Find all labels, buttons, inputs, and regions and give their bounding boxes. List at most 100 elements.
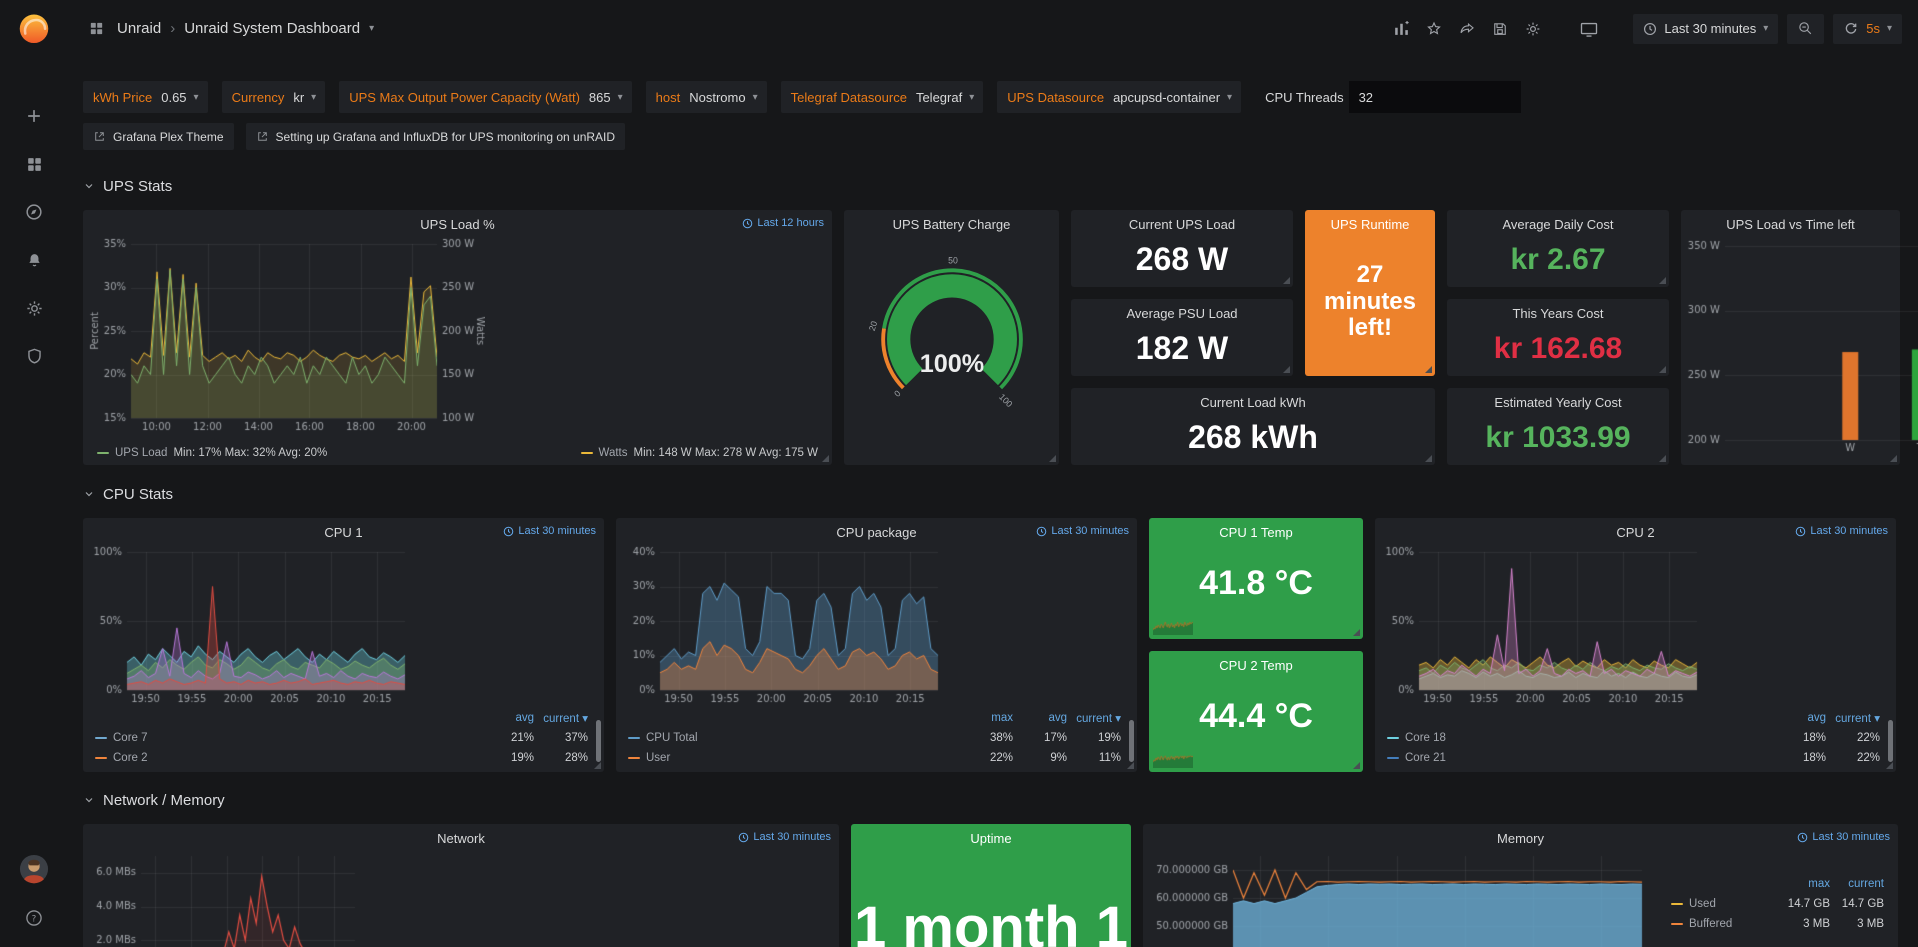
variable-kwh-price[interactable]: kWh Price 0.65▾ [83, 81, 208, 113]
legend-row[interactable]: Core 1818%22% [1379, 728, 1884, 748]
panel-ups-battery-charge: UPS Battery Charge 0 20 50 100 100% [844, 210, 1059, 465]
legend-item[interactable]: Watts Min: 148 W Max: 278 W Avg: 175 W [581, 447, 818, 459]
legend-header[interactable]: maxcurrent [1663, 874, 1888, 894]
time-override-label: Last 30 minutes [1797, 831, 1890, 843]
variable-ups-max-power[interactable]: UPS Max Output Power Capacity (Watt) 865… [339, 81, 631, 113]
variable-host[interactable]: host Nostromo▾ [646, 81, 767, 113]
server-admin-shield-icon[interactable] [0, 332, 68, 380]
ups-load-chart[interactable] [85, 236, 485, 436]
stat-value: kr 1033.99 [1447, 416, 1669, 465]
panel-title[interactable]: CPU 2 Last 30 minutes [1375, 518, 1896, 546]
time-override-label: Last 30 minutes [738, 831, 831, 843]
zoom-out-button[interactable] [1787, 14, 1824, 44]
panel-title[interactable]: Average PSU Load [1071, 299, 1293, 327]
legend-row[interactable]: CPU Total38%17%19% [620, 728, 1125, 748]
tv-mode-icon[interactable] [1577, 17, 1601, 41]
stat-value: 1 month 1 [851, 894, 1131, 947]
panel-this-years-cost: This Years Cost kr 162.68 [1447, 299, 1669, 376]
panel-title[interactable]: CPU 1 Temp [1149, 518, 1363, 546]
panel-title[interactable]: Current UPS Load [1071, 210, 1293, 238]
panel-title[interactable]: Average Daily Cost [1447, 210, 1669, 238]
panel-title[interactable]: UPS Runtime [1305, 210, 1435, 238]
refresh-picker[interactable]: 5s ▾ [1833, 14, 1902, 44]
panel-title[interactable]: CPU package Last 30 minutes [616, 518, 1137, 546]
dashboard-caret-icon[interactable]: ▾ [369, 23, 374, 34]
help-icon[interactable]: ? [0, 901, 68, 935]
zoom-out-icon [1797, 20, 1814, 37]
save-icon[interactable] [1488, 17, 1512, 41]
breadcrumb-app[interactable]: Unraid [117, 20, 161, 37]
row-header-ups-stats[interactable]: UPS Stats [83, 175, 1903, 197]
alerting-bell-icon[interactable] [0, 236, 68, 284]
legend-scrollbar[interactable] [1888, 720, 1893, 762]
legend-header[interactable]: avgcurrent ▾ [87, 708, 592, 728]
row-header-network-memory[interactable]: Network / Memory [83, 789, 1903, 811]
time-range-picker[interactable]: Last 30 minutes ▾ [1633, 14, 1778, 44]
panel-title[interactable]: CPU 1 Last 30 minutes [83, 518, 604, 546]
legend-row[interactable]: User22%9%11% [620, 748, 1125, 768]
user-avatar[interactable] [19, 854, 49, 889]
network-memory-grid: Network Last 30 minutes Uptime 1 month 1… [83, 824, 1903, 947]
share-icon[interactable] [1455, 17, 1479, 41]
add-panel-icon[interactable] [1389, 17, 1413, 41]
legend-header[interactable]: avgcurrent ▾ [1379, 708, 1884, 728]
clock-icon [742, 218, 753, 229]
panel-title[interactable]: UPS Load vs Time left [1681, 210, 1900, 238]
time-override-label: Last 12 hours [742, 217, 824, 229]
stat-value: 27 minutes left! [1305, 238, 1435, 376]
legend-item[interactable]: UPS Load Min: 17% Max: 32% Avg: 20% [97, 447, 327, 459]
grafana-app: ? Unraid › Unraid System Dashboard ▾ [0, 0, 1918, 947]
battery-gauge[interactable]: 0 20 50 100 100% [844, 238, 1059, 410]
explore-compass-icon[interactable] [0, 188, 68, 236]
create-plus-icon[interactable] [0, 92, 68, 140]
variable-telegraf-datasource[interactable]: Telegraf Datasource Telegraf▾ [781, 81, 984, 113]
link-grafana-plex-theme[interactable]: Grafana Plex Theme [83, 123, 234, 150]
legend-row[interactable]: Buffered3 MB3 MB [1663, 914, 1888, 934]
panel-title[interactable]: Current Load kWh [1071, 388, 1435, 416]
ups-load-vs-time-chart[interactable] [1683, 238, 1918, 456]
cpu2-chart[interactable] [1377, 544, 1705, 708]
configuration-gear-icon[interactable] [0, 284, 68, 332]
legend-scrollbar[interactable] [596, 720, 601, 762]
legend-row[interactable]: Core 721%37% [87, 728, 592, 748]
variable-cpu-threads: CPU Threads [1255, 81, 1521, 113]
network-chart[interactable] [85, 850, 365, 947]
time-override-label: Last 30 minutes [1795, 525, 1888, 537]
stat-value: 268 W [1071, 238, 1293, 287]
stat-value: kr 2.67 [1447, 238, 1669, 287]
dashboard-title[interactable]: Unraid System Dashboard [184, 20, 360, 37]
panel-title[interactable]: UPS Load % Last 12 hours [83, 210, 832, 238]
dashboards-icon[interactable] [0, 140, 68, 188]
panel-title[interactable]: Network Last 30 minutes [83, 824, 839, 852]
row-header-cpu-stats[interactable]: CPU Stats [83, 483, 1903, 505]
variable-ups-datasource[interactable]: UPS Datasource apcupsd-container▾ [997, 81, 1241, 113]
cpu-threads-input[interactable] [1349, 81, 1521, 113]
panel-cpu1: CPU 1 Last 30 minutes avgcurrent ▾Core 7… [83, 518, 604, 772]
star-icon[interactable] [1422, 17, 1446, 41]
panel-title[interactable]: UPS Battery Charge [844, 210, 1059, 238]
legend-row[interactable]: Core 219%28% [87, 748, 592, 768]
cpu1-chart[interactable] [85, 544, 413, 708]
cpu-package-chart[interactable] [618, 544, 946, 708]
panel-title[interactable]: Memory Last 30 minutes [1143, 824, 1898, 852]
legend-scrollbar[interactable] [1129, 720, 1134, 762]
panel-cpu2: CPU 2 Last 30 minutes avgcurrent ▾Core 1… [1375, 518, 1896, 772]
grafana-logo-icon[interactable] [15, 9, 53, 52]
panel-ups-load: UPS Load % Last 12 hours UPS Load Min: 1… [83, 210, 832, 465]
caret-down-icon: ▾ [969, 92, 974, 103]
legend-header[interactable]: maxavgcurrent ▾ [620, 708, 1125, 728]
legend-row[interactable]: Used14.7 GB14.7 GB [1663, 894, 1888, 914]
cpu-stats-grid: CPU 1 Last 30 minutes avgcurrent ▾Core 7… [83, 518, 1903, 772]
variable-currency[interactable]: Currency kr▾ [222, 81, 326, 113]
panel-title[interactable]: Uptime [851, 824, 1131, 852]
link-ups-monitoring-guide[interactable]: Setting up Grafana and InfluxDB for UPS … [246, 123, 626, 150]
panel-title[interactable]: CPU 2 Temp [1149, 651, 1363, 679]
dashboard-content: kWh Price 0.65▾ Currency kr▾ UPS Max Out… [68, 57, 1918, 947]
memory-chart[interactable] [1145, 850, 1650, 947]
panel-title[interactable]: Estimated Yearly Cost [1447, 388, 1669, 416]
panel-title[interactable]: This Years Cost [1447, 299, 1669, 327]
chevron-down-icon [83, 794, 95, 806]
legend-row[interactable]: Core 2118%22% [1379, 748, 1884, 768]
dashboard-links: Grafana Plex Theme Setting up Grafana an… [83, 123, 1903, 150]
settings-gear-icon[interactable] [1521, 17, 1545, 41]
